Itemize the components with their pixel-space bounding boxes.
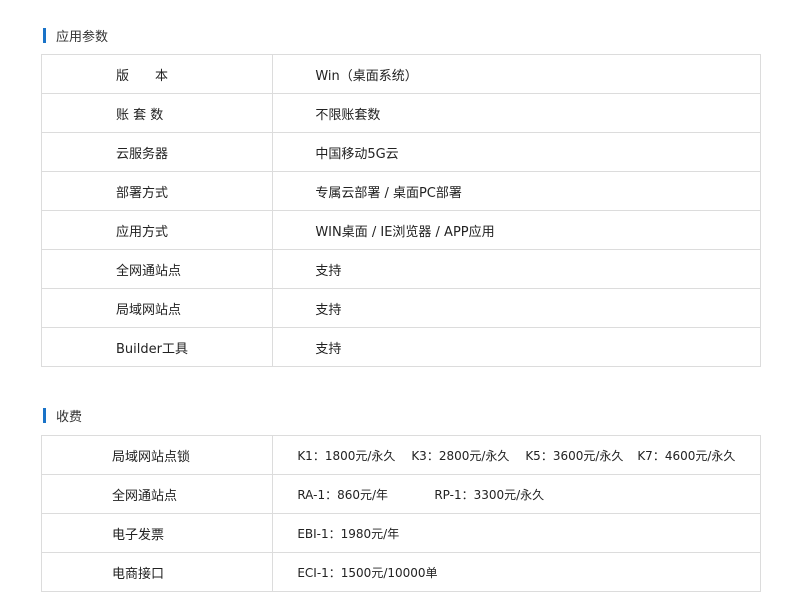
price-item: EBI-1：1980元/年 [297,526,400,541]
section-title-text: 应用参数 [56,29,109,45]
table-row: 局域网站点锁 K1：1800元/永久 K3：2800元/永久 K5：3600元/… [40,435,761,475]
param-value: Win（桌面系统） [272,54,761,94]
price-item: RP-1：3300元/永久 [434,487,545,502]
param-value: 不限账套数 [272,93,761,133]
section-marker [43,407,46,423]
param-value: 支持 [272,327,761,367]
table-row: 电商接口 ECI-1：1500元/10000单 [40,552,761,592]
param-value: 专属云部署 / 桌面PC部署 [272,171,761,211]
table-row: 应用方式 WIN桌面 / IE浏览器 / APP应用 [40,210,761,250]
table-row: 全网通站点 支持 [40,249,761,289]
fee-value: RA-1：860元/年 RP-1：3300元/永久 [272,474,761,514]
table-row: 全网通站点 RA-1：860元/年 RP-1：3300元/永久 [40,474,761,514]
section-title-text: 收费 [56,409,83,425]
fees-table: 局域网站点锁 K1：1800元/永久 K3：2800元/永久 K5：3600元/… [40,435,761,592]
param-value: WIN桌面 / IE浏览器 / APP应用 [272,210,761,250]
table-row: 版 本 Win（桌面系统） [40,54,761,94]
price-item: K3：2800元/永久 [411,448,510,463]
param-label: 应用方式 [40,210,274,250]
params-table: 版 本 Win（桌面系统） 账 套 数 不限账套数 云服务器 中国移动5G云 部… [40,54,761,367]
price-item: K7：4600元/永久 [637,448,736,463]
fee-label: 电商接口 [40,552,274,592]
table-row: 账 套 数 不限账套数 [40,93,761,133]
param-value: 中国移动5G云 [272,132,761,172]
price-item: RA-1：860元/年 [297,487,389,502]
param-value: 支持 [272,288,761,328]
price-item: K1：1800元/永久 [297,448,396,463]
section-marker [43,27,46,43]
table-row: Builder工具 支持 [40,327,761,367]
param-label: 局域网站点 [40,288,274,328]
fee-value: K1：1800元/永久 K3：2800元/永久 K5：3600元/永久 K7：4… [272,435,761,475]
fee-value: ECI-1：1500元/10000单 [272,552,761,592]
param-label: 部署方式 [40,171,274,211]
param-label: 版 本 [40,54,274,94]
param-label: 全网通站点 [40,249,274,289]
fee-label: 全网通站点 [40,474,274,514]
table-row: 云服务器 中国移动5G云 [40,132,761,172]
section-title-fees: 收费 [43,407,83,425]
price-item: K5：3600元/永久 [525,448,624,463]
table-row: 部署方式 专属云部署 / 桌面PC部署 [40,171,761,211]
param-label: 云服务器 [40,132,274,172]
fee-label: 局域网站点锁 [40,435,274,475]
fee-label: 电子发票 [40,513,274,553]
price-item: ECI-1：1500元/10000单 [297,565,438,580]
table-row: 局域网站点 支持 [40,288,761,328]
param-label: 账 套 数 [40,93,274,133]
param-value: 支持 [272,249,761,289]
section-title-params: 应用参数 [43,27,109,45]
fee-value: EBI-1：1980元/年 [272,513,761,553]
param-label: Builder工具 [40,327,274,367]
table-row: 电子发票 EBI-1：1980元/年 [40,513,761,553]
